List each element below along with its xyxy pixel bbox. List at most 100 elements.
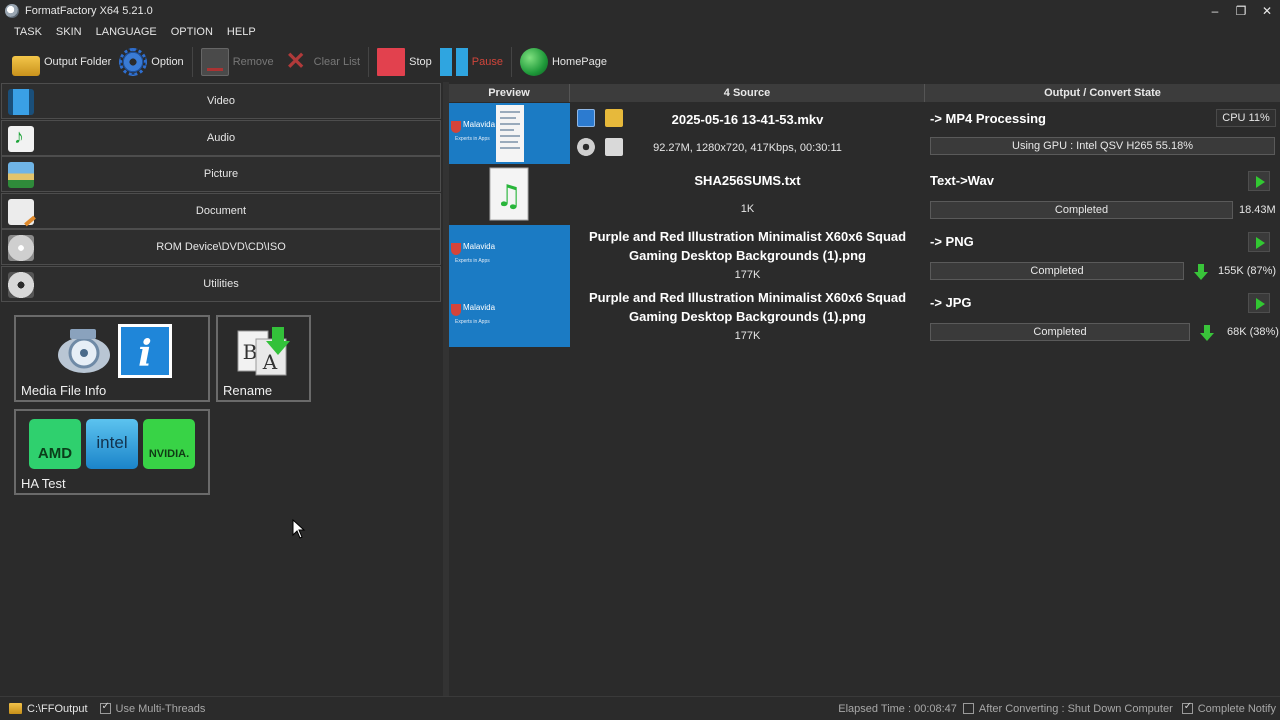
output-folder-label: Output Folder: [44, 56, 112, 68]
remove-button[interactable]: Remove: [197, 45, 278, 79]
output-size: 155K (87%): [1218, 265, 1277, 277]
source-meta: 177K: [734, 330, 761, 342]
category-panel: Video Audio Picture Document ROM Device\…: [0, 82, 443, 694]
progress-bar: Completed: [930, 201, 1233, 219]
stop-button[interactable]: Stop: [373, 45, 436, 79]
svg-text:B: B: [243, 340, 258, 364]
progress-status: Completed: [1030, 265, 1084, 277]
download-arrow-icon[interactable]: [1194, 264, 1208, 280]
after-converting-label: After Converting : Shut Down Computer: [978, 702, 1173, 715]
rename-tile[interactable]: B A Rename: [216, 315, 311, 402]
complete-notify-checkbox[interactable]: [1181, 701, 1193, 714]
clear-icon: ✕: [285, 48, 306, 75]
multi-threads-label: Use Multi-Threads: [115, 702, 206, 715]
malavida-logo-icon: [451, 304, 461, 316]
task-thumbnail[interactable]: Malavida Experts in Apps: [449, 225, 570, 286]
output-format: Text->Wav: [930, 173, 994, 188]
category-label: ROM Device\DVD\CD\ISO: [156, 241, 286, 253]
minimize-button[interactable]: –: [1202, 0, 1228, 22]
output-format: -> PNG: [930, 234, 974, 249]
source-meta: 177K: [734, 269, 761, 281]
stop-icon: [377, 48, 406, 76]
pause-button[interactable]: Pause: [436, 45, 507, 79]
category-label: Audio: [206, 132, 236, 144]
menu-skin[interactable]: SKIN: [49, 26, 89, 38]
column-header-source[interactable]: 4 Source: [570, 84, 925, 102]
audio-file-icon: ♫: [486, 166, 534, 222]
category-video[interactable]: Video: [1, 83, 441, 119]
tool-label: Rename: [223, 383, 273, 398]
intel-badge-label: intel: [96, 433, 128, 452]
task-thumbnail[interactable]: Malavida Experts in Apps: [449, 103, 570, 164]
source-meta: 1K: [740, 203, 755, 215]
restore-button[interactable]: ❐: [1228, 0, 1254, 22]
remove-icon: [200, 48, 229, 76]
thumb-brand: Malavida: [463, 120, 496, 129]
remove-label: Remove: [232, 56, 274, 68]
menu-option[interactable]: OPTION: [164, 26, 220, 38]
folder-icon: [12, 56, 40, 76]
malavida-logo-icon: [451, 243, 461, 255]
pause-icon: [439, 48, 468, 76]
window-controls: – ❐ ✕: [1202, 0, 1280, 22]
source-filename: Purple and Red Illustration Minimalist X…: [588, 290, 907, 324]
menu-bar: TASK SKIN LANGUAGE OPTION HELP: [0, 22, 1280, 42]
play-button[interactable]: [1248, 293, 1270, 313]
close-button[interactable]: ✕: [1254, 0, 1280, 22]
progress-bar: Using GPU : Intel QSV H265 55.18%: [930, 137, 1275, 155]
toolbar-separator: [510, 47, 512, 77]
multi-threads-checkbox[interactable]: [99, 701, 111, 714]
output-format: -> JPG: [930, 295, 972, 310]
svg-text:A: A: [262, 350, 278, 374]
play-button[interactable]: [1248, 171, 1270, 191]
nvidia-badge-label: NVIDIA.: [148, 448, 190, 460]
toolbar-separator: [191, 47, 193, 77]
ha-test-tile[interactable]: AMD intel NVIDIA. HA Test: [14, 409, 210, 495]
output-folder-button[interactable]: Output Folder: [8, 45, 115, 79]
output-size: 68K (38%): [1227, 326, 1279, 338]
task-thumbnail[interactable]: Malavida Experts in Apps: [449, 286, 570, 347]
media-info-icon: [56, 325, 112, 377]
complete-notify-label: Complete Notify: [1197, 702, 1276, 715]
thumb-brand: Malavida: [463, 303, 496, 312]
amd-icon: AMD: [29, 419, 81, 469]
menu-language[interactable]: LANGUAGE: [89, 26, 164, 38]
thumb-brand: Malavida: [463, 242, 496, 251]
globe-icon: [519, 48, 548, 76]
progress-bar: Completed: [930, 323, 1190, 341]
option-button[interactable]: Option: [115, 45, 187, 79]
category-rom-device[interactable]: ROM Device\DVD\CD\ISO: [1, 229, 441, 265]
source-meta: 92.27M, 1280x720, 417Kbps, 00:30:11: [653, 142, 842, 154]
amd-badge-label: AMD: [37, 445, 73, 462]
after-converting-checkbox[interactable]: [962, 703, 974, 714]
category-picture[interactable]: Picture: [1, 156, 441, 192]
thumb-tagline: Experts in Apps: [455, 319, 490, 325]
output-path[interactable]: C:\FFOutput: [27, 703, 88, 715]
window-title: FormatFactory X64 5.21.0: [25, 5, 153, 17]
homepage-label: HomePage: [551, 56, 608, 68]
clear-list-label: Clear List: [313, 56, 361, 68]
source-filename: Purple and Red Illustration Minimalist X…: [588, 229, 907, 263]
title-bar: FormatFactory X64 5.21.0 – ❐ ✕: [0, 0, 1280, 22]
column-header-output[interactable]: Output / Convert State: [925, 84, 1280, 102]
toolbar-separator: [368, 47, 370, 77]
download-arrow-icon[interactable]: [1200, 325, 1214, 341]
cpu-usage: CPU 11%: [1216, 109, 1276, 127]
elapsed-time: Elapsed Time : 00:08:47: [838, 702, 957, 715]
folder-icon: [9, 703, 22, 714]
category-audio[interactable]: Audio: [1, 120, 441, 156]
homepage-button[interactable]: HomePage: [516, 45, 611, 79]
category-utilities[interactable]: Utilities: [1, 266, 441, 302]
svg-text:♫: ♫: [496, 179, 523, 214]
category-document[interactable]: Document: [1, 193, 441, 229]
rename-icon: B A: [236, 325, 292, 377]
progress-status: Completed: [1033, 326, 1087, 338]
media-file-info-tile[interactable]: i Media File Info: [14, 315, 210, 402]
play-button[interactable]: [1248, 232, 1270, 252]
column-header-preview[interactable]: Preview: [449, 84, 570, 102]
menu-help[interactable]: HELP: [220, 26, 263, 38]
clear-list-button[interactable]: ✕ Clear List: [278, 45, 364, 79]
category-label: Document: [195, 205, 247, 217]
menu-task[interactable]: TASK: [7, 26, 49, 38]
app-logo-icon: [5, 4, 19, 18]
